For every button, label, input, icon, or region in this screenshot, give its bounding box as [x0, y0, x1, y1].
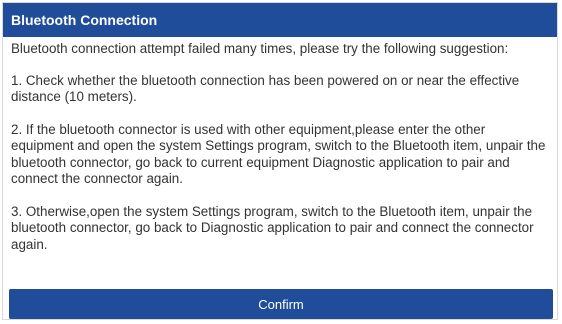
bluetooth-connection-dialog: Bluetooth Connection Bluetooth connectio…	[2, 2, 558, 320]
dialog-message: Bluetooth connection attempt failed many…	[11, 41, 551, 253]
intro-text: Bluetooth connection attempt failed many…	[11, 41, 509, 56]
dialog-title-bar: Bluetooth Connection	[3, 3, 557, 37]
suggestion-2: 2. If the bluetooth connector is used wi…	[11, 121, 546, 187]
suggestion-3: 3. Otherwise,open the system Settings pr…	[11, 203, 534, 252]
dialog-title: Bluetooth Connection	[11, 12, 158, 28]
confirm-button[interactable]: Confirm	[9, 289, 553, 319]
suggestion-1: 1. Check whether the bluetooth connectio…	[11, 72, 520, 105]
